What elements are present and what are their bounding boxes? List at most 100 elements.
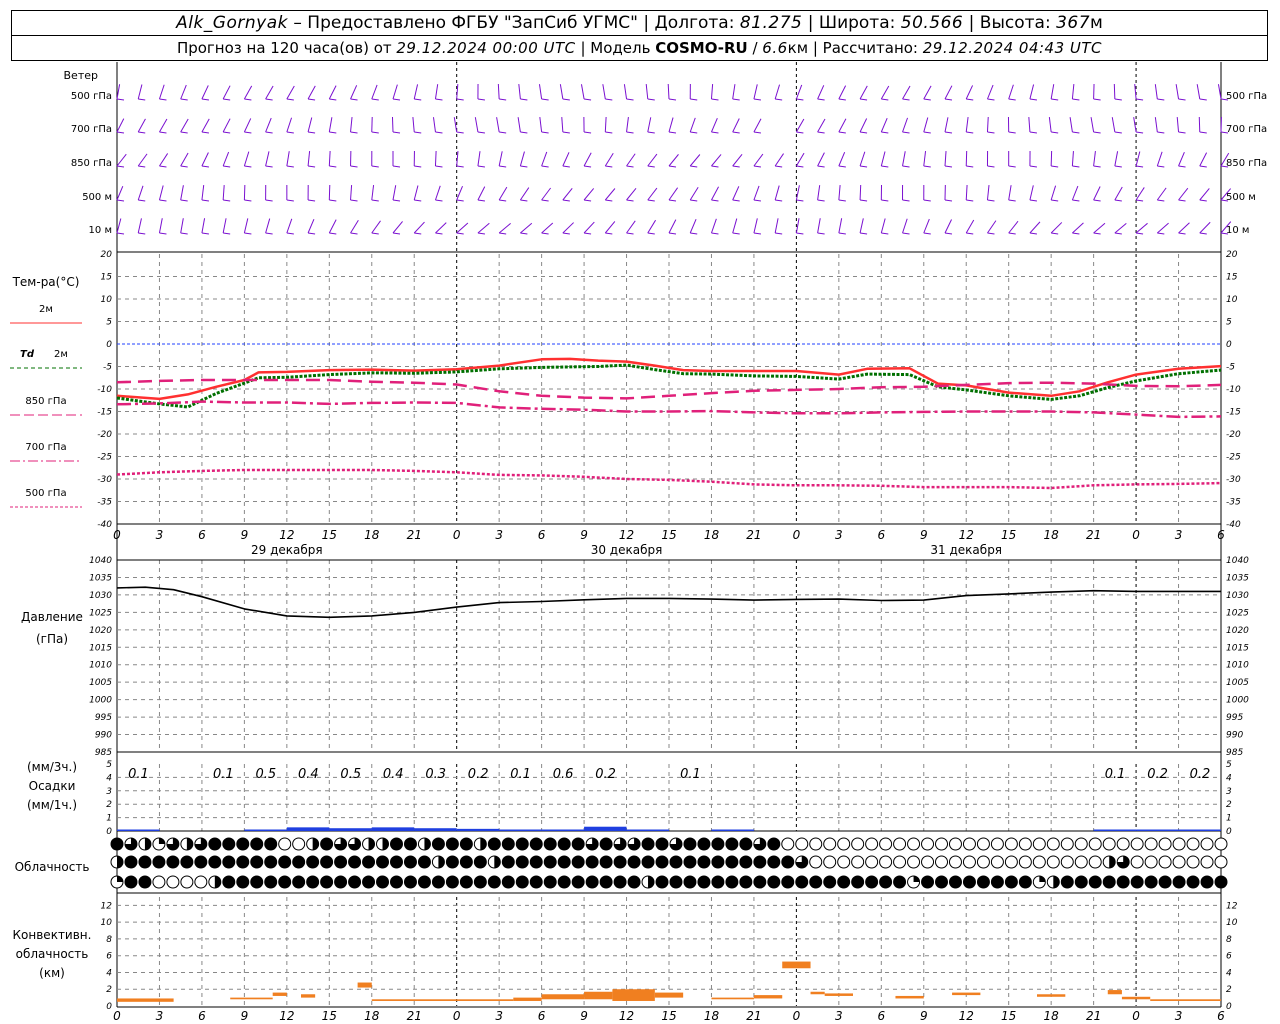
wind-barb-flag — [329, 98, 337, 101]
cloud-cell — [1018, 855, 1032, 869]
cloud-fill — [572, 838, 585, 850]
cloud-cell — [935, 855, 949, 869]
wind-barb — [944, 117, 949, 133]
wind-barb-flag — [286, 98, 294, 101]
wind-barb-flag — [350, 165, 358, 168]
wind-barb — [902, 85, 911, 100]
wind-barb — [1029, 221, 1041, 234]
wind-barb-flag — [987, 165, 995, 168]
cloud-fill — [781, 856, 794, 868]
cloud-fill — [1145, 876, 1158, 888]
wind-barb — [689, 187, 699, 201]
wind-barb — [180, 185, 184, 201]
wind-barb — [1154, 84, 1158, 100]
wind-barb-flag — [1136, 232, 1144, 235]
wind-barb-flag — [138, 199, 146, 202]
precip-value-label: 0.2 — [468, 767, 489, 782]
wind-barb-flag — [923, 165, 931, 168]
wind-barb — [602, 84, 606, 100]
wind-barb-flag — [414, 131, 422, 134]
hour-label-bottom: 9 — [920, 1009, 928, 1023]
wind-barb — [859, 218, 864, 234]
cloud-cell — [823, 837, 837, 851]
wind-barb — [580, 84, 585, 100]
conv-bar — [711, 997, 754, 1000]
wind-barb — [838, 85, 847, 100]
wind-barb-flag — [371, 131, 379, 134]
wind-barb-flag — [1008, 199, 1016, 202]
hour-label-temp: 18 — [1044, 528, 1060, 542]
pressure-ytick-left: 985 — [95, 748, 112, 758]
wind-barb-flag — [180, 199, 188, 202]
cloud-cell — [1004, 837, 1018, 851]
pressure-ytick-right: 1040 — [1226, 556, 1249, 566]
wind-barb-flag — [562, 165, 570, 168]
wind-barb-flag — [329, 165, 337, 168]
hour-label-temp: 9 — [920, 528, 928, 542]
wind-barb-flag — [860, 98, 868, 101]
hour-label-bottom: 3 — [156, 1009, 164, 1023]
pressure-ytick-left: 1035 — [89, 573, 112, 583]
wind-barb — [456, 185, 463, 201]
wind-barb-flag — [371, 98, 379, 101]
wind-barb-flag — [584, 165, 592, 168]
wind-barb-flag — [456, 131, 464, 134]
wind-barb — [753, 218, 758, 234]
wind-barb — [434, 150, 437, 167]
wind-barb-flag — [138, 165, 146, 168]
conv-bar — [541, 994, 585, 1000]
wind-barb-flag — [392, 98, 401, 101]
wind-barb — [689, 117, 696, 133]
temp-ytick-left: 10 — [101, 295, 113, 305]
precip-bar — [329, 828, 372, 831]
wind-barb-flag — [647, 199, 655, 202]
wind-barb-flag — [753, 232, 761, 235]
wind-barb-flag — [308, 165, 316, 168]
cloud-fill — [753, 876, 766, 888]
wind-barb — [859, 151, 866, 167]
wind-barb-flag — [1114, 131, 1122, 134]
cloud-fill — [739, 838, 752, 850]
wind-barb-flag — [881, 199, 889, 202]
hour-label-bottom: 6 — [1217, 1009, 1225, 1023]
temp-ytick-left: 0 — [106, 340, 112, 350]
wind-barb — [496, 117, 500, 133]
wind-barb-flag — [1136, 165, 1144, 168]
wind-barb-flag — [499, 232, 507, 235]
wind-barb — [1114, 222, 1127, 234]
cloud-fill — [1061, 876, 1074, 888]
cloud-fill — [446, 838, 459, 850]
wind-barb-flag — [435, 165, 443, 168]
hour-label-temp: 6 — [198, 528, 206, 542]
cloud-cell — [1186, 837, 1200, 851]
precip-value-label: 0.5 — [340, 767, 361, 782]
cloud-fill — [502, 838, 515, 850]
cloud-cell — [976, 837, 990, 851]
hour-label-bottom: 15 — [661, 1009, 676, 1023]
wind-barb-flag — [944, 131, 953, 134]
wind-barb-flag — [371, 232, 379, 235]
cloud-fill — [474, 856, 487, 868]
wind-barb — [880, 151, 886, 167]
chart-marks: 20 2015 1510 105 50 0-5 -5-10 -10-15 -15-20 -20-2… — [10, 62, 1249, 1023]
wind-barb — [519, 187, 530, 201]
wind-barb — [201, 218, 206, 234]
wind-barb — [286, 218, 293, 234]
cloud-cell — [851, 855, 865, 869]
hour-label-temp: 12 — [619, 528, 634, 542]
precip-bar — [244, 829, 287, 831]
wind-barb-flag — [562, 131, 570, 134]
pressure-ytick-right: 1035 — [1226, 573, 1249, 583]
wind-barb-flag — [626, 199, 634, 202]
precip-ytick-left: 3 — [106, 787, 112, 797]
wind-barb-flag — [944, 165, 953, 168]
wind-barb-flag — [244, 199, 252, 202]
wind-barb — [265, 85, 274, 100]
wind-barb-flag — [1199, 165, 1207, 168]
cloud-fill — [236, 876, 249, 888]
wind-barb-flag — [244, 131, 252, 134]
wind-barb — [434, 185, 441, 201]
wind-barb — [243, 118, 252, 133]
pressure-ytick-left: 1040 — [89, 556, 112, 566]
wind-level-labels: 500 гПа 500 гПа 700 гПа 700 гПа 850 гПа 850 г… — [71, 91, 1267, 236]
